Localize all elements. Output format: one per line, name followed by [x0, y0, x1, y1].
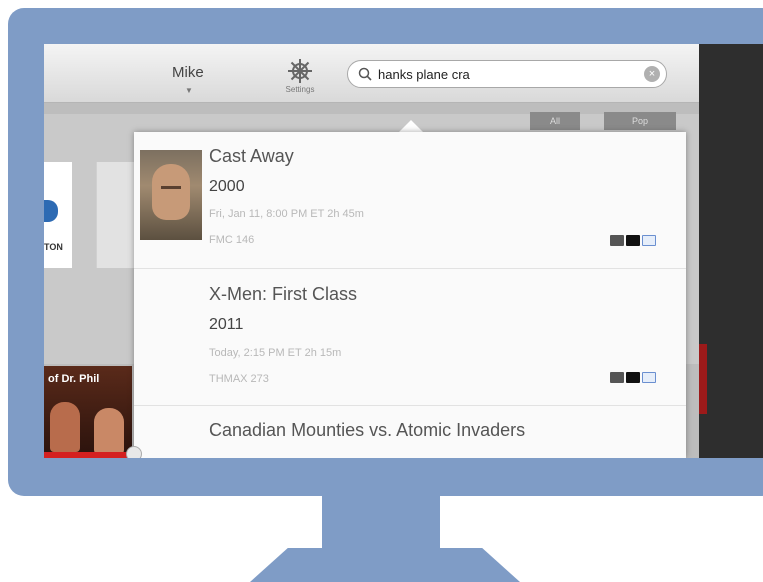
result-airing-time: Today, 2:15 PM ET 2h 15m: [209, 347, 342, 359]
search-results-popover: Cast Away 2000 Fri, Jan 11, 8:00 PM ET 2…: [134, 132, 686, 458]
actor-eyes: [161, 186, 181, 193]
movie-thumbnail: [140, 150, 202, 240]
filter-all-button[interactable]: All: [530, 112, 580, 130]
side-panel: [699, 44, 763, 458]
result-year: 2011: [209, 316, 244, 333]
search-result-item[interactable]: X-Men: First Class 2011 Today, 2:15 PM E…: [134, 269, 686, 406]
search-result-item[interactable]: Canadian Mounties vs. Atomic Invaders: [134, 406, 686, 458]
record-icon[interactable]: [642, 235, 656, 247]
result-title: Canadian Mounties vs. Atomic Invaders: [209, 420, 526, 440]
record-icon[interactable]: [642, 372, 656, 384]
channel-logo-tile[interactable]: TON: [44, 162, 72, 268]
top-bar: Mike ▼ Settings hanks plane cra ×: [44, 44, 699, 103]
hd-icon: [626, 372, 640, 384]
result-badges: [610, 369, 658, 387]
show-progress-bar: [44, 452, 130, 458]
show-guest-image: [94, 408, 124, 454]
popover-arrow: [399, 120, 423, 132]
red-accent-strip: [699, 344, 707, 414]
result-airing-time: Fri, Jan 11, 8:00 PM ET 2h 45m: [209, 208, 364, 220]
result-title: X-Men: First Class: [209, 284, 358, 304]
show-tile-title: of Dr. Phil: [48, 373, 100, 385]
ship-wheel-icon: [288, 59, 312, 83]
result-channel: THMAX 273: [209, 373, 269, 385]
search-input[interactable]: hanks plane cra ×: [347, 60, 667, 88]
search-query-text: hanks plane cra: [378, 67, 470, 82]
search-icon: [358, 67, 372, 81]
channel-logo-text: TON: [44, 242, 63, 252]
settings-label: Settings: [285, 85, 315, 94]
scroll-indicator[interactable]: [126, 446, 142, 458]
channel-tile[interactable]: [96, 162, 135, 268]
result-title: Cast Away: [209, 146, 294, 166]
result-channel: FMC 146: [209, 234, 255, 246]
search-result-item[interactable]: Cast Away 2000 Fri, Jan 11, 8:00 PM ET 2…: [134, 132, 686, 269]
monitor-neck: [322, 496, 440, 556]
user-menu[interactable]: Mike: [172, 64, 204, 81]
user-menu-caret-icon[interactable]: ▼: [185, 86, 193, 95]
filter-pop-button[interactable]: Pop: [604, 112, 676, 130]
tv-guide-screen: All Pop TON of Dr. Phil Mike ▼ Settings …: [44, 44, 763, 458]
clear-search-icon[interactable]: ×: [644, 66, 660, 82]
cc-icon: [610, 235, 624, 247]
hd-icon: [626, 235, 640, 247]
result-year: 2000: [209, 178, 245, 195]
show-tile[interactable]: of Dr. Phil: [44, 366, 132, 458]
result-badges: [610, 232, 658, 250]
network-logo-icon: [44, 200, 58, 222]
cc-icon: [610, 372, 624, 384]
monitor-base: [250, 548, 520, 582]
show-host-image: [50, 402, 80, 452]
settings-button[interactable]: Settings: [278, 58, 322, 94]
